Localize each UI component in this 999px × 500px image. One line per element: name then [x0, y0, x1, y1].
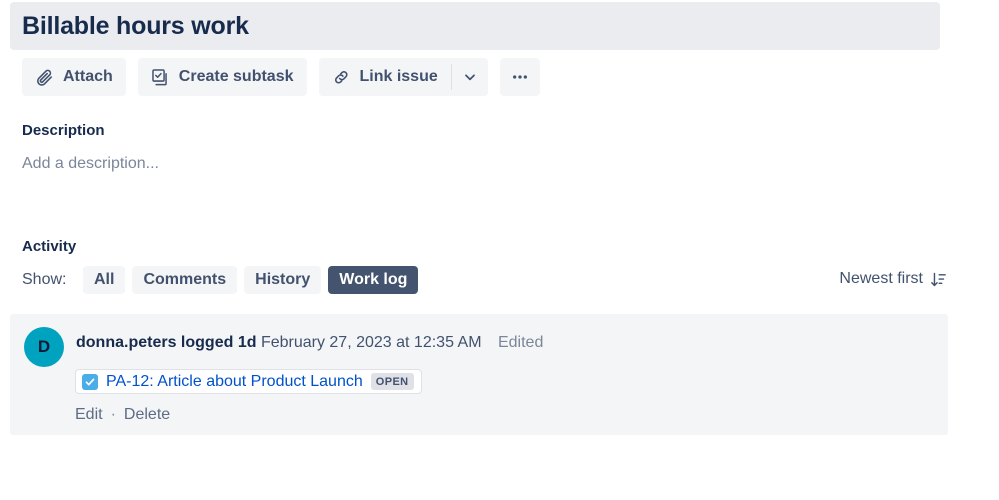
- activity-heading: Activity: [22, 238, 77, 255]
- filter-all[interactable]: All: [83, 266, 126, 294]
- activity-filter-group: All Comments History Work log: [83, 266, 419, 294]
- work-log-entry-actions: Edit · Delete: [75, 406, 170, 424]
- attach-label: Attach: [63, 68, 113, 85]
- work-log-entry-summary: donna.peters logged 1d February 27, 2023…: [76, 334, 543, 352]
- create-subtask-button[interactable]: Create subtask: [137, 58, 307, 96]
- attach-button[interactable]: Attach: [22, 58, 126, 96]
- filter-history[interactable]: History: [244, 266, 322, 294]
- action-separator: ·: [110, 406, 116, 423]
- linked-issue-chip[interactable]: PA-12: Article about Product Launch OPEN: [75, 369, 422, 394]
- sort-order-label: Newest first: [839, 270, 923, 287]
- link-issue-dropdown-button[interactable]: [451, 58, 488, 96]
- chevron-down-icon: [462, 69, 478, 85]
- issue-action-toolbar: Attach Create subtask Link issue: [22, 58, 540, 96]
- entry-timestamp: February 27, 2023 at 12:35 AM: [260, 334, 482, 351]
- status-badge: OPEN: [370, 373, 414, 390]
- filter-work-log[interactable]: Work log: [328, 266, 419, 294]
- entry-logged-label: logged: [180, 334, 234, 351]
- issue-title-band[interactable]: Billable hours work: [10, 2, 940, 50]
- more-actions-button[interactable]: [499, 58, 540, 96]
- link-issue-split-button: Link issue: [318, 58, 488, 96]
- entry-duration: 1d: [237, 334, 257, 351]
- checkbox-stack-icon: [151, 68, 170, 87]
- issue-detail-page: Billable hours work Attach Create subtas…: [0, 0, 999, 500]
- delete-link[interactable]: Delete: [124, 406, 170, 424]
- description-placeholder[interactable]: Add a description...: [22, 155, 159, 173]
- task-checkbox-icon: [82, 373, 98, 390]
- activity-show-label: Show:: [22, 271, 67, 288]
- filter-comments[interactable]: Comments: [132, 266, 238, 294]
- entry-edited-badge: Edited: [497, 334, 544, 351]
- linked-issue-link[interactable]: PA-12: Article about Product Launch: [106, 373, 363, 391]
- paperclip-icon: [35, 68, 54, 87]
- link-issue-button[interactable]: Link issue: [318, 58, 451, 96]
- create-subtask-label: Create subtask: [178, 68, 294, 85]
- link-issue-label: Link issue: [359, 68, 438, 85]
- edit-link[interactable]: Edit: [75, 406, 103, 424]
- description-heading: Description: [22, 122, 105, 139]
- chain-link-icon: [332, 68, 351, 87]
- sort-descending-icon: [930, 271, 947, 288]
- page-title: Billable hours work: [22, 11, 249, 40]
- entry-author[interactable]: donna.peters: [76, 334, 176, 351]
- avatar[interactable]: D: [24, 327, 64, 367]
- sort-order-button[interactable]: Newest first: [839, 270, 947, 288]
- ellipsis-icon: [510, 67, 530, 87]
